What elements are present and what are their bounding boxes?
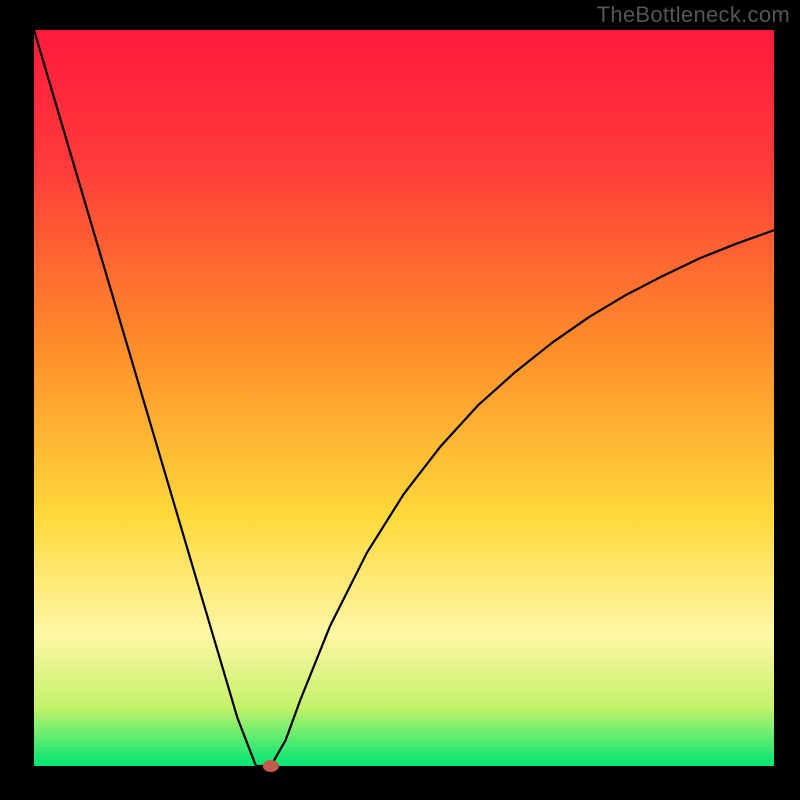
optimum-marker [263,760,279,772]
bottleneck-plot [0,0,800,800]
watermark-text: TheBottleneck.com [597,2,790,28]
plot-area [34,30,774,766]
chart-frame: TheBottleneck.com [0,0,800,800]
